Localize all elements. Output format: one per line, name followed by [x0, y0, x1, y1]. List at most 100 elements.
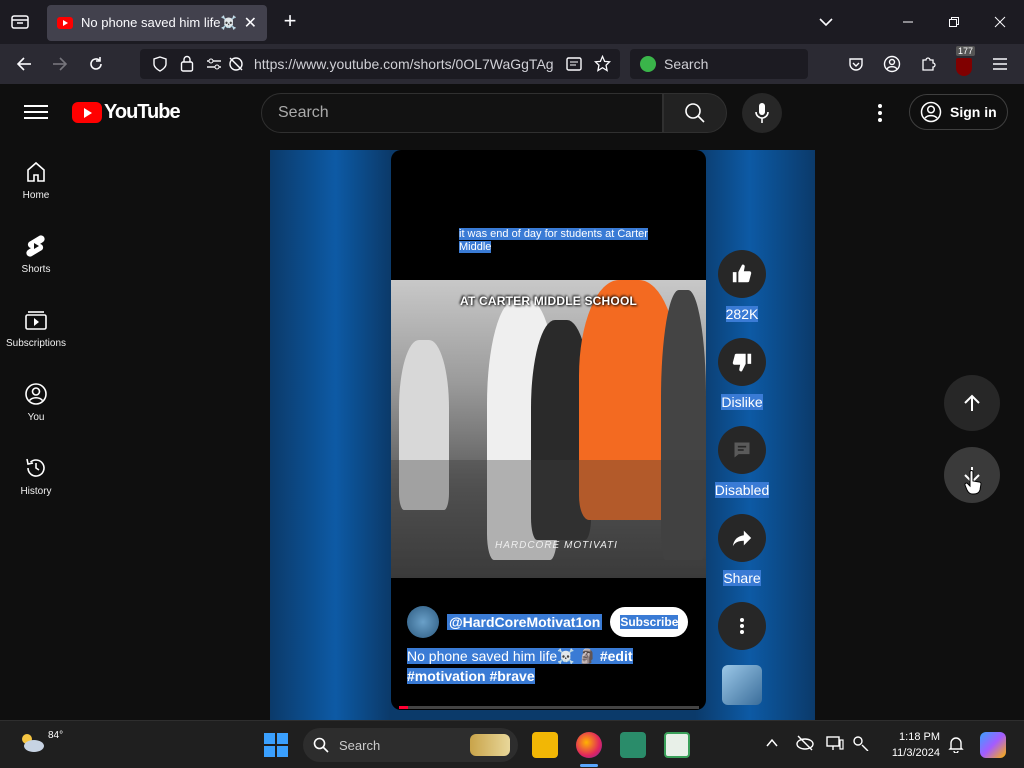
reader-view-icon[interactable]: [566, 56, 582, 72]
close-icon: [994, 16, 1006, 28]
puzzle-icon: [922, 57, 936, 71]
firefox-active-indicator: [580, 764, 598, 767]
sign-in-button[interactable]: Sign in: [909, 94, 1008, 130]
guide-menu-icon[interactable]: [24, 101, 48, 125]
arrow-left-icon: [16, 57, 31, 71]
pocket-button[interactable]: [842, 50, 870, 78]
video-overlay-text: AT CARTER MIDDLE SCHOOL: [459, 294, 638, 308]
share-button[interactable]: Share: [717, 514, 767, 586]
start-button[interactable]: [264, 733, 288, 757]
browser-search-placeholder: Search: [664, 56, 709, 72]
taskbar-clock[interactable]: 1:18 PM 11/3/2024: [884, 729, 940, 761]
new-tab-button[interactable]: +: [278, 8, 302, 34]
video-frame[interactable]: [391, 280, 706, 578]
chevron-up-icon[interactable]: [766, 738, 778, 748]
youtube-logo[interactable]: YouTube: [72, 101, 181, 124]
subscribe-button[interactable]: Subscribe: [610, 607, 689, 637]
lock-icon[interactable]: [180, 55, 194, 72]
search-highlight-icon: [470, 734, 510, 756]
autoplay-blocked-icon[interactable]: [228, 56, 244, 72]
history-icon: [26, 458, 45, 477]
previous-short-button[interactable]: [944, 375, 1000, 431]
subscribe-label: Subscribe: [620, 615, 679, 629]
reload-button[interactable]: [82, 50, 110, 78]
file-explorer-icon[interactable]: [532, 732, 558, 758]
taskbar-search-box[interactable]: Search: [303, 728, 518, 762]
copilot-icon[interactable]: [980, 732, 1006, 758]
display-icon[interactable]: [826, 735, 844, 751]
settings-more-icon[interactable]: [868, 101, 892, 125]
cloud-offline-icon[interactable]: [796, 735, 814, 751]
voice-search-button[interactable]: [742, 93, 782, 133]
youtube-search-button[interactable]: [663, 93, 727, 133]
tracking-protection-shield-icon[interactable]: [152, 56, 168, 72]
thumbs-down-icon: [732, 353, 752, 372]
video-progress-bar[interactable]: [399, 706, 699, 709]
minimize-icon: [903, 21, 913, 23]
channel-avatar[interactable]: [407, 606, 439, 638]
minimize-button[interactable]: [888, 8, 928, 36]
url-text[interactable]: https://www.youtube.com/shorts/0OL7WaGgT…: [254, 56, 556, 72]
browser-tab-active[interactable]: No phone saved him life☠️ 🗿 ✕: [47, 5, 267, 41]
video-top-caption: it was end of day for students at Carter…: [459, 228, 648, 253]
comments-circle: [718, 426, 766, 474]
account-icon: [883, 55, 901, 73]
weather-cloud-sun-icon: [22, 734, 44, 752]
hamburger-menu-icon: [993, 58, 1007, 70]
comments-label: Disabled: [714, 482, 770, 498]
tab-close-icon[interactable]: ✕: [244, 13, 257, 33]
guide-item-shorts[interactable]: Shorts: [0, 226, 72, 300]
channel-name-link[interactable]: @HardCoreMotivat1on: [447, 614, 603, 630]
pocket-icon: [849, 58, 863, 71]
restore-icon: [949, 17, 959, 27]
more-actions-button[interactable]: [717, 602, 767, 650]
youtube-search-placeholder: Search: [278, 104, 329, 121]
restore-button[interactable]: [934, 8, 974, 36]
weather-widget[interactable]: 84°: [18, 729, 63, 755]
short-title[interactable]: No phone saved him life☠️ 🗿 #edit #motiv…: [407, 646, 647, 686]
sign-in-label: Sign in: [950, 104, 997, 120]
you-icon: [25, 383, 47, 405]
dislike-button[interactable]: Dislike: [717, 338, 767, 410]
share-circle: [718, 514, 766, 562]
guide-item-home[interactable]: Home: [0, 152, 72, 226]
youtube-search-input[interactable]: Search: [261, 93, 663, 133]
ublock-extension-button[interactable]: 177: [950, 46, 978, 78]
permissions-icon[interactable]: [206, 57, 222, 71]
like-count: 282K: [725, 306, 759, 322]
spreadsheet-app-icon[interactable]: [664, 732, 690, 758]
tab-list-icon: [11, 15, 29, 29]
close-window-button[interactable]: [980, 8, 1020, 36]
youtube-play-icon: [72, 102, 102, 123]
chevron-down-icon: [819, 18, 833, 27]
share-label: Share: [723, 570, 761, 586]
extensions-button[interactable]: [914, 50, 942, 78]
back-button[interactable]: [10, 50, 38, 78]
network-icon[interactable]: [852, 735, 870, 751]
more-vert-icon: [740, 618, 744, 634]
tab-list-button[interactable]: [6, 10, 34, 34]
network-app-icon[interactable]: [620, 732, 646, 758]
search-engine-icon: [640, 56, 656, 72]
guide-item-history[interactable]: History: [0, 448, 72, 522]
firefox-icon[interactable]: [576, 732, 602, 758]
guide-item-subscriptions[interactable]: Subscriptions: [0, 300, 72, 374]
bookmark-star-icon[interactable]: [594, 55, 611, 72]
guide-item-you[interactable]: You: [0, 374, 72, 448]
app-menu-button[interactable]: [986, 50, 1014, 78]
forward-button[interactable]: [46, 50, 74, 78]
short-title-text: No phone saved him life☠️ 🗿: [407, 648, 600, 664]
shorts-video-player[interactable]: it was end of day for students at Carter…: [391, 150, 706, 710]
account-button[interactable]: [878, 50, 906, 78]
browser-search-box[interactable]: Search: [630, 49, 808, 79]
notification-bell-icon[interactable]: [948, 735, 964, 753]
tab-title: No phone saved him life☠️ 🗿: [81, 15, 238, 30]
clock-time: 1:18 PM: [899, 731, 940, 743]
address-bar[interactable]: https://www.youtube.com/shorts/0OL7WaGgT…: [140, 49, 620, 79]
microphone-icon: [755, 103, 769, 123]
video-progress-fill: [399, 706, 408, 709]
audio-track-thumbnail[interactable]: [722, 665, 762, 705]
subscriptions-icon: [25, 311, 47, 330]
like-button[interactable]: 282K: [717, 250, 767, 322]
tab-overflow-button[interactable]: [806, 8, 846, 36]
